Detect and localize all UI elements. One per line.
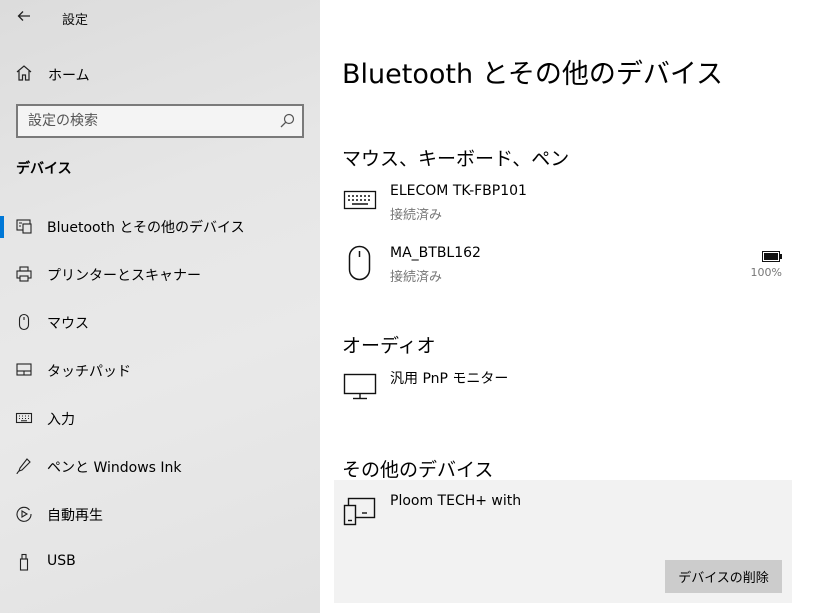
device-name: ELECOM TK-FBP101 bbox=[390, 183, 527, 199]
sidebar-item-label: 自動再生 bbox=[47, 508, 103, 524]
sidebar-item-bluetooth[interactable]: Bluetooth とその他のデバイス bbox=[0, 202, 320, 250]
home-nav-item[interactable]: ホーム bbox=[0, 56, 320, 90]
device-keyboard[interactable]: ELECOM TK-FBP101 接続済み bbox=[342, 183, 782, 233]
title-bar: 設定 bbox=[0, 0, 320, 34]
device-status: 接続済み bbox=[390, 270, 443, 285]
battery-percent: 100% bbox=[750, 266, 782, 279]
keyboard-icon bbox=[15, 412, 33, 424]
page-title: Bluetooth とその他のデバイス bbox=[342, 59, 724, 90]
device-monitor[interactable]: 汎用 PnP モニター bbox=[342, 368, 782, 418]
sidebar-item-autoplay[interactable]: 自動再生 bbox=[0, 490, 320, 538]
group-title-other: その他のデバイス bbox=[342, 459, 494, 481]
group-title-input: マウス、キーボード、ペン bbox=[342, 148, 570, 170]
devices-icon bbox=[343, 497, 376, 526]
selected-indicator bbox=[0, 216, 4, 238]
touchpad-icon bbox=[16, 363, 32, 376]
keyboard-icon bbox=[343, 190, 377, 210]
home-icon bbox=[16, 65, 32, 81]
home-label: ホーム bbox=[48, 68, 90, 84]
sidebar-item-label: ペンと Windows Ink bbox=[47, 460, 182, 476]
battery-icon bbox=[762, 251, 782, 262]
search-icon[interactable] bbox=[278, 112, 296, 130]
sidebar-item-label: プリンターとスキャナー bbox=[47, 268, 201, 284]
usb-icon bbox=[19, 553, 29, 571]
sidebar-item-label: USB bbox=[47, 553, 76, 569]
sidebar-item-pen[interactable]: ペンと Windows Ink bbox=[0, 442, 320, 490]
printer-icon bbox=[16, 266, 32, 282]
sidebar: 設定 ホーム デバイス Bluetooth とその他のデバイス プリンターとスキ… bbox=[0, 0, 320, 613]
mouse-icon bbox=[348, 245, 371, 281]
sidebar-item-label: マウス bbox=[47, 316, 89, 332]
sidebar-item-printers[interactable]: プリンターとスキャナー bbox=[0, 250, 320, 298]
search-input[interactable] bbox=[18, 106, 268, 136]
app-title: 設定 bbox=[62, 13, 89, 28]
section-title: デバイス bbox=[16, 161, 72, 177]
sidebar-nav: Bluetooth とその他のデバイス プリンターとスキャナー マウス タッチパ… bbox=[0, 202, 320, 586]
sidebar-item-label: 入力 bbox=[47, 412, 75, 428]
remove-device-button[interactable]: デバイスの削除 bbox=[665, 560, 782, 593]
search-box[interactable] bbox=[16, 104, 304, 138]
sidebar-item-label: Bluetooth とその他のデバイス bbox=[47, 220, 245, 236]
main-content: Bluetooth とその他のデバイス マウス、キーボード、ペン ELECOM … bbox=[320, 0, 818, 613]
device-ploom[interactable]: Ploom TECH+ with bbox=[342, 493, 782, 543]
pen-icon bbox=[16, 458, 31, 475]
sidebar-item-touchpad[interactable]: タッチパッド bbox=[0, 346, 320, 394]
device-name: MA_BTBL162 bbox=[390, 245, 481, 261]
sidebar-item-usb[interactable]: USB bbox=[0, 538, 320, 586]
battery-indicator: 100% bbox=[742, 245, 782, 285]
sidebar-item-label: タッチパッド bbox=[47, 364, 131, 380]
group-title-audio: オーディオ bbox=[342, 335, 436, 357]
device-status: 接続済み bbox=[390, 208, 443, 223]
device-name: 汎用 PnP モニター bbox=[390, 371, 509, 387]
monitor-icon bbox=[343, 373, 377, 400]
sidebar-item-mouse[interactable]: マウス bbox=[0, 298, 320, 346]
autoplay-icon bbox=[16, 506, 32, 522]
device-mouse[interactable]: MA_BTBL162 接続済み 100% bbox=[342, 245, 782, 295]
back-arrow-icon bbox=[17, 11, 30, 21]
device-name: Ploom TECH+ with bbox=[390, 493, 522, 509]
back-button[interactable] bbox=[12, 4, 36, 28]
mouse-icon bbox=[18, 313, 30, 331]
bluetooth-devices-icon bbox=[16, 219, 32, 234]
sidebar-item-input[interactable]: 入力 bbox=[0, 394, 320, 442]
